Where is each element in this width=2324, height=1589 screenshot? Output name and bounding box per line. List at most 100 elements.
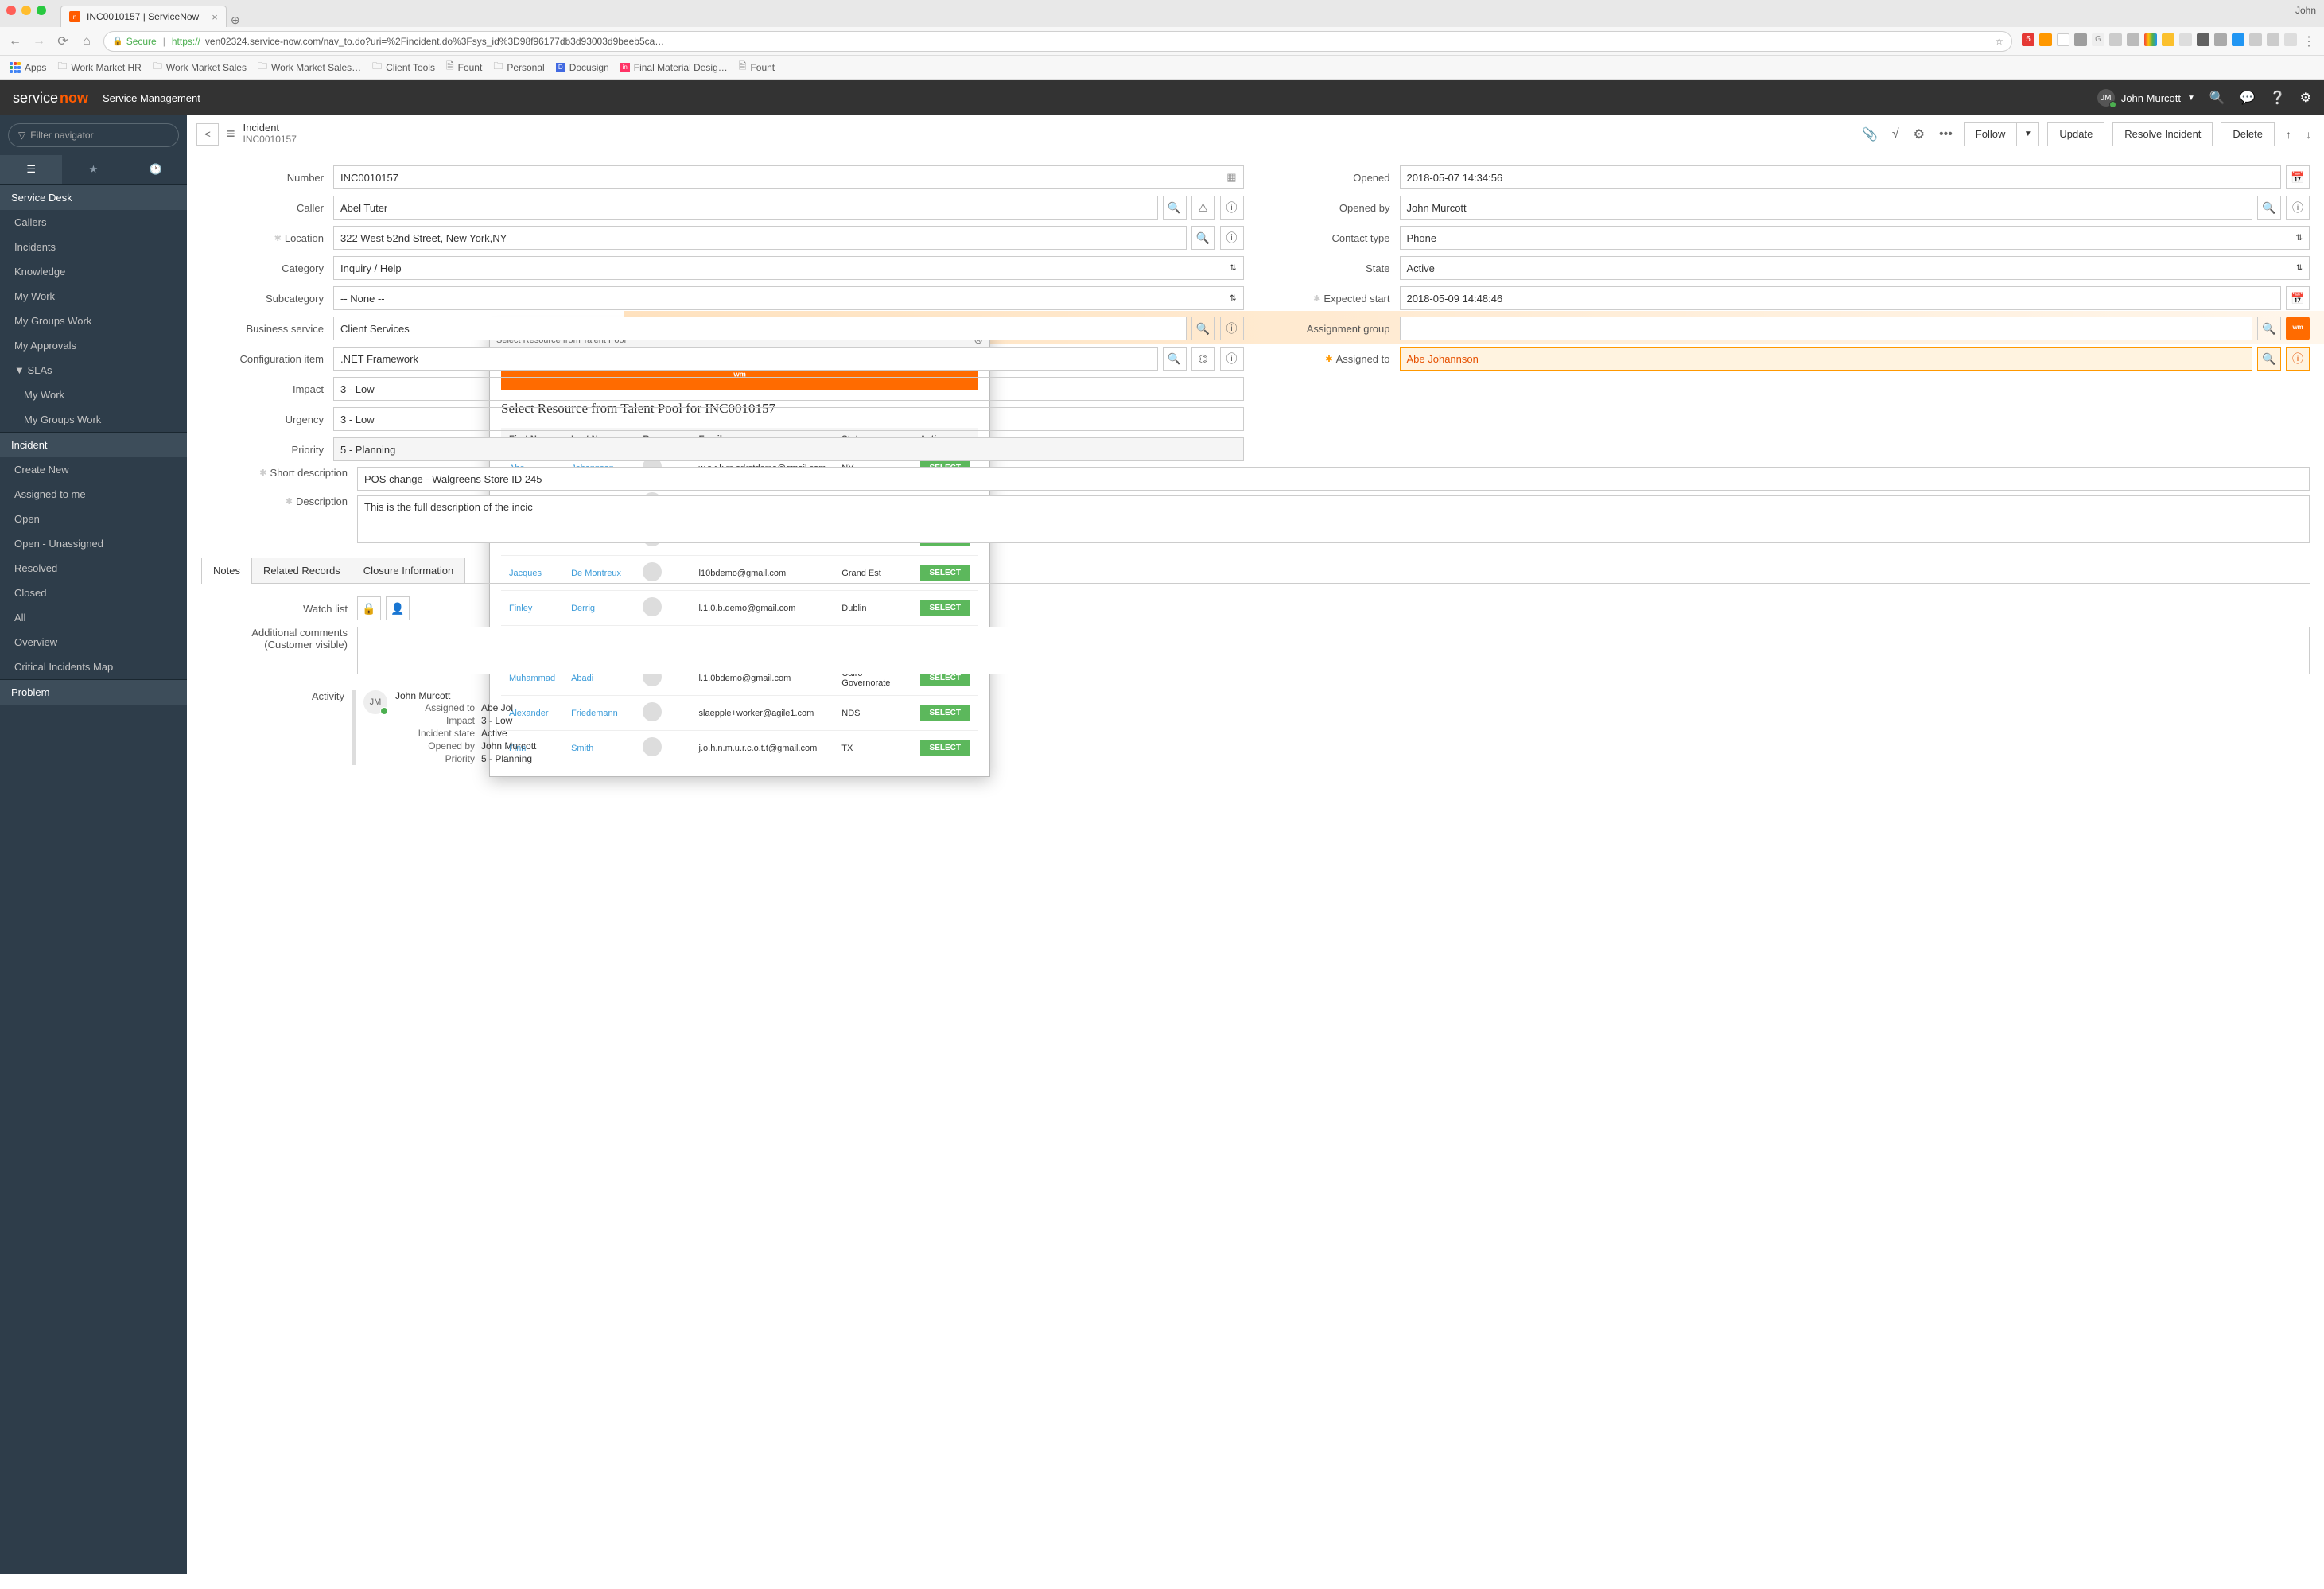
window-min-traffic[interactable]	[21, 6, 31, 15]
nav-item-collapsible[interactable]: ▼ SLAs	[0, 358, 187, 383]
ext-icon-2[interactable]	[2039, 33, 2052, 46]
barcode-icon[interactable]: ▦	[1226, 171, 1236, 184]
ext-icon-5[interactable]: G	[2092, 33, 2104, 46]
nav-section-header[interactable]: Service Desk	[0, 185, 187, 210]
location-input[interactable]: 322 West 52nd Street, New York,NY	[333, 226, 1187, 250]
activity-stream-icon[interactable]: √	[1889, 127, 1902, 142]
add-me-icon[interactable]: 👤	[386, 596, 410, 620]
nav-item[interactable]: Closed	[0, 581, 187, 605]
tab-related-records[interactable]: Related Records	[251, 558, 352, 583]
home-icon[interactable]: ⌂	[80, 34, 94, 49]
workmarket-badge[interactable]: ʷᵐ	[2286, 317, 2310, 340]
caller-input[interactable]: Abel Tuter	[333, 196, 1158, 220]
browser-menu-icon[interactable]: ⋮	[2302, 33, 2316, 49]
nav-item[interactable]: My Groups Work	[0, 309, 187, 333]
nav-item[interactable]: All	[0, 605, 187, 630]
nav-item[interactable]: Knowledge	[0, 259, 187, 284]
lookup-icon[interactable]: 🔍	[1191, 317, 1215, 340]
bookmark-item[interactable]: DDocusign	[556, 62, 609, 73]
assignment-group-input[interactable]	[1400, 317, 2253, 340]
window-max-traffic[interactable]	[37, 6, 46, 15]
ext-icon-16[interactable]	[2284, 33, 2297, 46]
bookmark-item[interactable]: 🗀Personal	[493, 59, 544, 76]
nav-section-header[interactable]: Incident	[0, 432, 187, 457]
ext-icon-7[interactable]	[2127, 33, 2139, 46]
ext-icon-14[interactable]	[2249, 33, 2262, 46]
ext-icon-12[interactable]	[2214, 33, 2227, 46]
follow-button[interactable]: Follow	[1964, 122, 2018, 146]
update-button[interactable]: Update	[2047, 122, 2104, 146]
nav-subitem[interactable]: My Groups Work	[0, 407, 187, 432]
nav-section-header[interactable]: Problem	[0, 679, 187, 705]
nav-item[interactable]: Resolved	[0, 556, 187, 581]
tab-notes[interactable]: Notes	[201, 558, 252, 583]
ext-icon-8[interactable]	[2144, 33, 2157, 46]
back-icon[interactable]: ←	[8, 34, 22, 49]
ext-icon-9[interactable]	[2162, 33, 2174, 46]
nav-item[interactable]: Overview	[0, 630, 187, 655]
bookmark-item[interactable]: inFinal Material Desig…	[620, 62, 728, 73]
user-menu[interactable]: JM John Murcott ▼	[2097, 89, 2195, 107]
ext-icon-1[interactable]: 5	[2022, 33, 2034, 46]
nav-item[interactable]: My Approvals	[0, 333, 187, 358]
bookmark-item[interactable]: 🗀Work Market HR	[57, 59, 141, 76]
category-select[interactable]: Inquiry / Help⇅	[333, 256, 1244, 280]
info-icon[interactable]: ⓘ	[1220, 347, 1244, 371]
help-icon[interactable]: ❔	[2270, 90, 2286, 106]
addl-comments-textarea[interactable]	[357, 627, 2310, 674]
nav-item[interactable]: Critical Incidents Map	[0, 655, 187, 679]
filter-navigator-input[interactable]: ▽ Filter navigator	[8, 123, 179, 147]
lookup-icon[interactable]: 🔍	[2257, 347, 2281, 371]
nav-tab-all[interactable]: ☰	[0, 155, 62, 184]
info-icon[interactable]: ⓘ	[1220, 196, 1244, 220]
bookmark-item[interactable]: 🗀Work Market Sales	[153, 59, 247, 76]
short-desc-input[interactable]: POS change - Walgreens Store ID 245	[357, 467, 2310, 491]
info-icon[interactable]: ⓘ	[1220, 317, 1244, 340]
personalize-icon[interactable]: ⚙	[1910, 126, 1928, 142]
ext-icon-13[interactable]	[2232, 33, 2244, 46]
chat-icon[interactable]: 💬	[2240, 90, 2256, 106]
nav-item[interactable]: Assigned to me	[0, 482, 187, 507]
bookmark-item[interactable]: 🗎Fount	[446, 59, 482, 76]
business-service-input[interactable]: Client Services	[333, 317, 1187, 340]
nav-tab-history[interactable]: 🕐	[125, 155, 187, 184]
ext-icon-11[interactable]	[2197, 33, 2209, 46]
lookup-icon[interactable]: 🔍	[2257, 196, 2281, 220]
nav-item[interactable]: Incidents	[0, 235, 187, 259]
opened-by-input[interactable]: John Murcott	[1400, 196, 2253, 220]
contact-type-select[interactable]: Phone⇅	[1400, 226, 2310, 250]
calendar-icon[interactable]: 📅	[2286, 165, 2310, 189]
impact-select[interactable]: 3 - Low	[333, 377, 1244, 401]
bookmark-star-icon[interactable]: ☆	[1995, 36, 2003, 47]
gear-icon[interactable]: ⚙	[2300, 90, 2311, 106]
opened-input[interactable]: 2018-05-07 14:34:56	[1400, 165, 2282, 189]
ext-icon-3[interactable]	[2057, 33, 2069, 46]
desc-textarea[interactable]: This is the full description of the inci…	[357, 495, 2310, 543]
state-select[interactable]: Active⇅	[1400, 256, 2310, 280]
assigned-to-input[interactable]: Abe Johannson	[1400, 347, 2253, 371]
info-icon[interactable]: ⓘ	[2286, 196, 2310, 220]
search-icon[interactable]: 🔍	[2209, 90, 2225, 106]
address-bar[interactable]: 🔒 Secure | https:// ven02324.service-now…	[103, 31, 2012, 52]
browser-profile[interactable]: John	[2295, 5, 2316, 16]
attachment-icon[interactable]: 📎	[1859, 126, 1881, 142]
bookmark-item[interactable]: 🗎Fount	[739, 59, 775, 76]
delete-button[interactable]: Delete	[2221, 122, 2275, 146]
nav-item[interactable]: Open - Unassigned	[0, 531, 187, 556]
lookup-icon[interactable]: 🔍	[1191, 226, 1215, 250]
warning-icon[interactable]: ⚠	[1191, 196, 1215, 220]
nav-tab-favorites[interactable]: ★	[62, 155, 124, 184]
config-item-input[interactable]: .NET Framework	[333, 347, 1158, 371]
bookmark-item[interactable]: 🗀Client Tools	[372, 59, 435, 76]
expected-start-input[interactable]: 2018-05-09 14:48:46	[1400, 286, 2282, 310]
tab-closure-info[interactable]: Closure Information	[352, 558, 465, 583]
more-icon[interactable]: •••	[1936, 127, 1956, 142]
ext-icon-15[interactable]	[2267, 33, 2279, 46]
ext-icon-10[interactable]	[2179, 33, 2192, 46]
info-icon[interactable]: ⓘ	[1220, 226, 1244, 250]
reload-icon[interactable]: ⟳	[56, 33, 70, 49]
lookup-icon[interactable]: 🔍	[1163, 347, 1187, 371]
nav-subitem[interactable]: My Work	[0, 383, 187, 407]
bookmark-item[interactable]: 🗀Work Market Sales…	[258, 59, 361, 76]
nav-item[interactable]: Create New	[0, 457, 187, 482]
